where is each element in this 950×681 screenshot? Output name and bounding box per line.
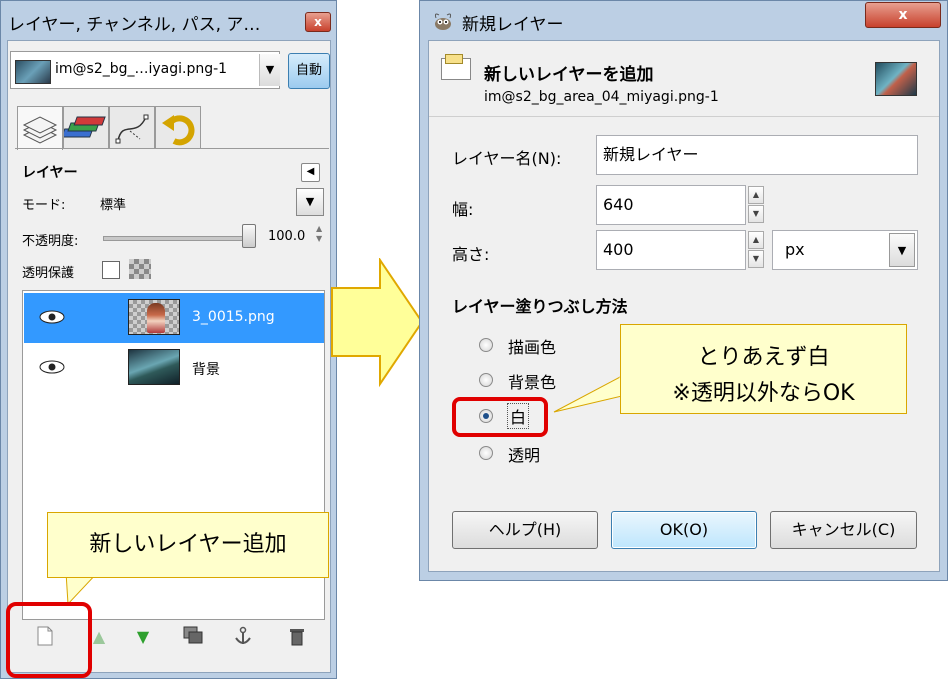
chevron-down-icon[interactable]: ▼ <box>889 233 915 267</box>
highlight-white-option <box>452 397 548 437</box>
spin-down-icon[interactable]: ▼ <box>748 250 764 268</box>
image-thumbnail <box>875 62 917 96</box>
mode-value[interactable]: 標準 <box>100 194 126 213</box>
chevron-down-icon[interactable]: ▼ <box>259 54 280 86</box>
radio-transparent-label[interactable]: 透明 <box>508 442 540 466</box>
width-label: 幅: <box>452 200 474 219</box>
new-layer-header-icon <box>441 54 471 80</box>
layers-icon <box>22 116 58 144</box>
paths-icon <box>115 114 149 144</box>
opacity-label: 不透明度: <box>22 234 79 249</box>
tab-paths[interactable] <box>109 106 155 148</box>
callout-white-line2: ※透明以外ならOK <box>672 381 855 406</box>
width-input[interactable]: 640 <box>596 185 746 225</box>
spin-down-icon[interactable]: ▼ <box>748 205 764 223</box>
layers-panel-title: レイヤー <box>22 165 78 181</box>
layer-thumbnail <box>128 349 180 385</box>
height-label: 高さ: <box>452 245 490 264</box>
radio-background[interactable] <box>479 373 493 387</box>
spin-up-icon[interactable]: ▲ <box>748 186 764 204</box>
dialog-header-title: 新しいレイヤーを追加 <box>484 65 654 85</box>
lock-alpha-label: 透明保護 <box>22 266 75 281</box>
eye-icon[interactable] <box>38 359 66 375</box>
unit-value: px <box>785 240 805 259</box>
mode-dropdown-chevron-icon[interactable]: ▼ <box>296 188 324 216</box>
layer-name[interactable]: 3_0015.png <box>192 309 275 325</box>
dialog-close-button[interactable]: x <box>865 2 941 28</box>
auto-button[interactable]: 自動 <box>288 53 330 89</box>
undo-icon <box>162 115 195 146</box>
layer-name-input[interactable]: 新規レイヤー <box>596 135 918 175</box>
layer-name-label: レイヤー名(N): <box>452 149 562 168</box>
lower-layer-icon[interactable]: ▼ <box>132 626 154 648</box>
callout-new-layer: 新しいレイヤー追加 <box>47 512 329 578</box>
duplicate-layer-icon[interactable] <box>182 626 204 648</box>
fill-type-header: レイヤー塗りつぶし方法 <box>452 297 628 316</box>
height-spinner[interactable]: ▲ ▼ <box>748 231 764 269</box>
arrow-right-icon <box>331 258 424 388</box>
callout-white-line1: とりあえず白 <box>697 345 830 370</box>
header-separator <box>429 116 939 117</box>
spin-up-icon[interactable]: ▲ <box>748 231 764 249</box>
radio-background-label[interactable]: 背景色 <box>508 369 556 393</box>
opacity-value[interactable]: 100.0 <box>268 229 305 244</box>
opacity-spinner-icon[interactable]: ▲ ▼ <box>316 224 326 246</box>
dialog-title: 新規レイヤー <box>462 15 564 35</box>
lock-alpha-checkbox[interactable] <box>102 261 120 279</box>
anchor-icon[interactable] <box>232 626 254 648</box>
image-selector-value: im@s2_bg_…iyagi.png-1 <box>55 61 228 77</box>
radio-foreground-label[interactable]: 描画色 <box>508 334 556 358</box>
tab-undo-history[interactable] <box>155 106 201 148</box>
layer-row[interactable]: 背景 <box>24 343 324 393</box>
highlight-new-layer-button <box>6 602 92 678</box>
height-input[interactable]: 400 <box>596 230 746 270</box>
opacity-slider-track[interactable] <box>103 236 255 241</box>
layer-name[interactable]: 背景 <box>192 359 220 379</box>
image-selector-combo[interactable]: im@s2_bg_…iyagi.png-1 ▼ <box>10 51 280 89</box>
tab-channels[interactable] <box>63 106 109 148</box>
ok-button[interactable]: OK(O) <box>611 511 757 549</box>
radio-transparent[interactable] <box>479 446 493 460</box>
unit-select[interactable]: px ▼ <box>772 230 918 270</box>
cancel-button[interactable]: キャンセル(C) <box>770 511 917 549</box>
width-spinner[interactable]: ▲ ▼ <box>748 186 764 224</box>
panel-menu-icon[interactable]: ◀ <box>301 163 320 182</box>
dialog-header-subtitle: im@s2_bg_area_04_miyagi.png-1 <box>484 89 719 105</box>
gimp-logo-icon <box>434 13 452 30</box>
tab-layers[interactable] <box>17 106 63 150</box>
mode-label: モード: <box>22 198 66 213</box>
layer-thumbnail <box>128 299 180 335</box>
checkerboard-icon <box>129 259 151 279</box>
delete-layer-icon[interactable] <box>286 626 308 648</box>
layer-row[interactable]: 3_0015.png <box>24 293 324 343</box>
layers-dock-close-button[interactable]: x <box>305 12 331 32</box>
opacity-slider-handle[interactable] <box>242 224 256 248</box>
channels-icon <box>64 116 106 138</box>
eye-icon[interactable] <box>38 309 66 325</box>
tab-separator <box>15 148 329 149</box>
callout-white-hint: とりあえず白 ※透明以外ならOK <box>620 324 907 414</box>
radio-foreground[interactable] <box>479 338 493 352</box>
help-button[interactable]: ヘルプ(H) <box>452 511 598 549</box>
image-thumbnail <box>15 60 51 84</box>
layers-dock-title: レイヤー, チャンネル, パス, ア… <box>8 15 261 35</box>
